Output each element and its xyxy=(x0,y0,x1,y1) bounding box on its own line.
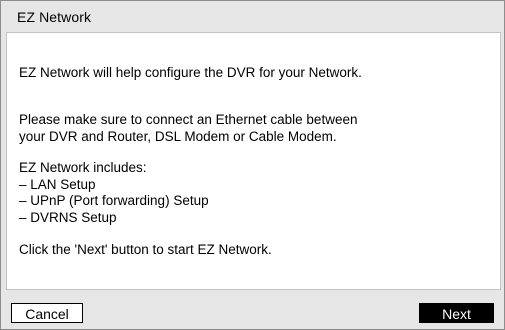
title-bar: EZ Network xyxy=(1,1,504,31)
includes-item-dvrns: – DVRNS Setup xyxy=(19,209,117,225)
ez-network-dialog: EZ Network EZ Network will help configur… xyxy=(0,0,505,330)
includes-section: EZ Network includes: – LAN Setup – UPnP (P… xyxy=(19,160,209,226)
click-instruction: Click the 'Next' button to start EZ Netw… xyxy=(19,242,272,257)
cable-notice-text: Please make sure to connect an Ethernet … xyxy=(19,112,358,144)
cancel-button[interactable]: Cancel xyxy=(11,303,83,323)
cable-notice: Please make sure to connect an Ethernet … xyxy=(19,112,357,145)
content-panel: EZ Network will help configure the DVR f… xyxy=(6,32,501,290)
includes-heading: EZ Network includes: xyxy=(19,160,147,175)
button-bar: Cancel Next xyxy=(1,297,504,329)
includes-item-upnp: – UPnP (Port forwarding) Setup xyxy=(19,193,209,208)
dialog-title: EZ Network xyxy=(17,9,92,25)
includes-item-lan: – LAN Setup xyxy=(19,176,96,192)
next-button[interactable]: Next xyxy=(419,303,494,323)
intro-text: EZ Network will help configure the DVR f… xyxy=(19,65,362,80)
